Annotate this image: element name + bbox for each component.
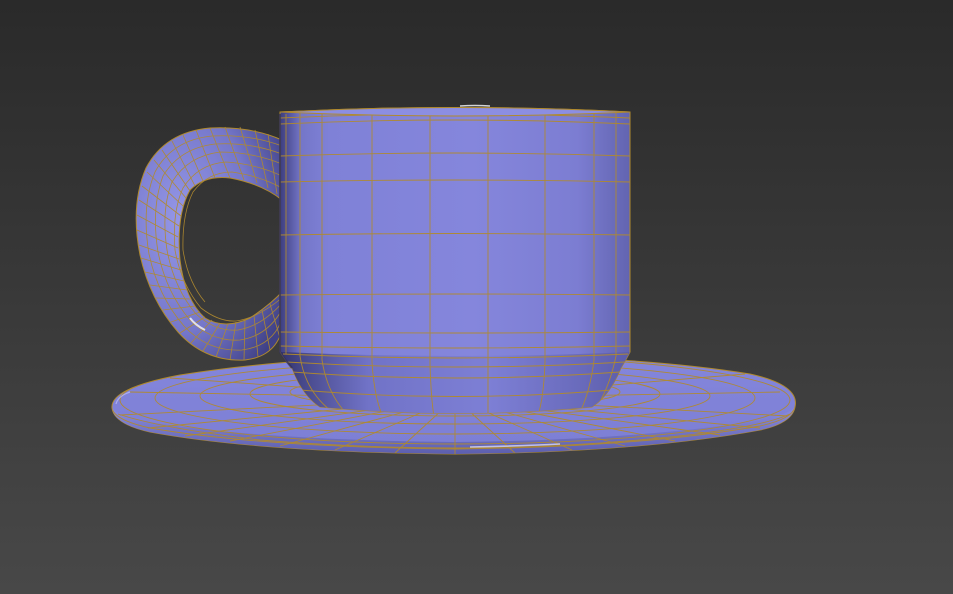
viewport-canvas[interactable] xyxy=(0,0,953,594)
3d-viewport[interactable] xyxy=(0,0,953,594)
cup-body-mesh[interactable] xyxy=(279,104,631,419)
